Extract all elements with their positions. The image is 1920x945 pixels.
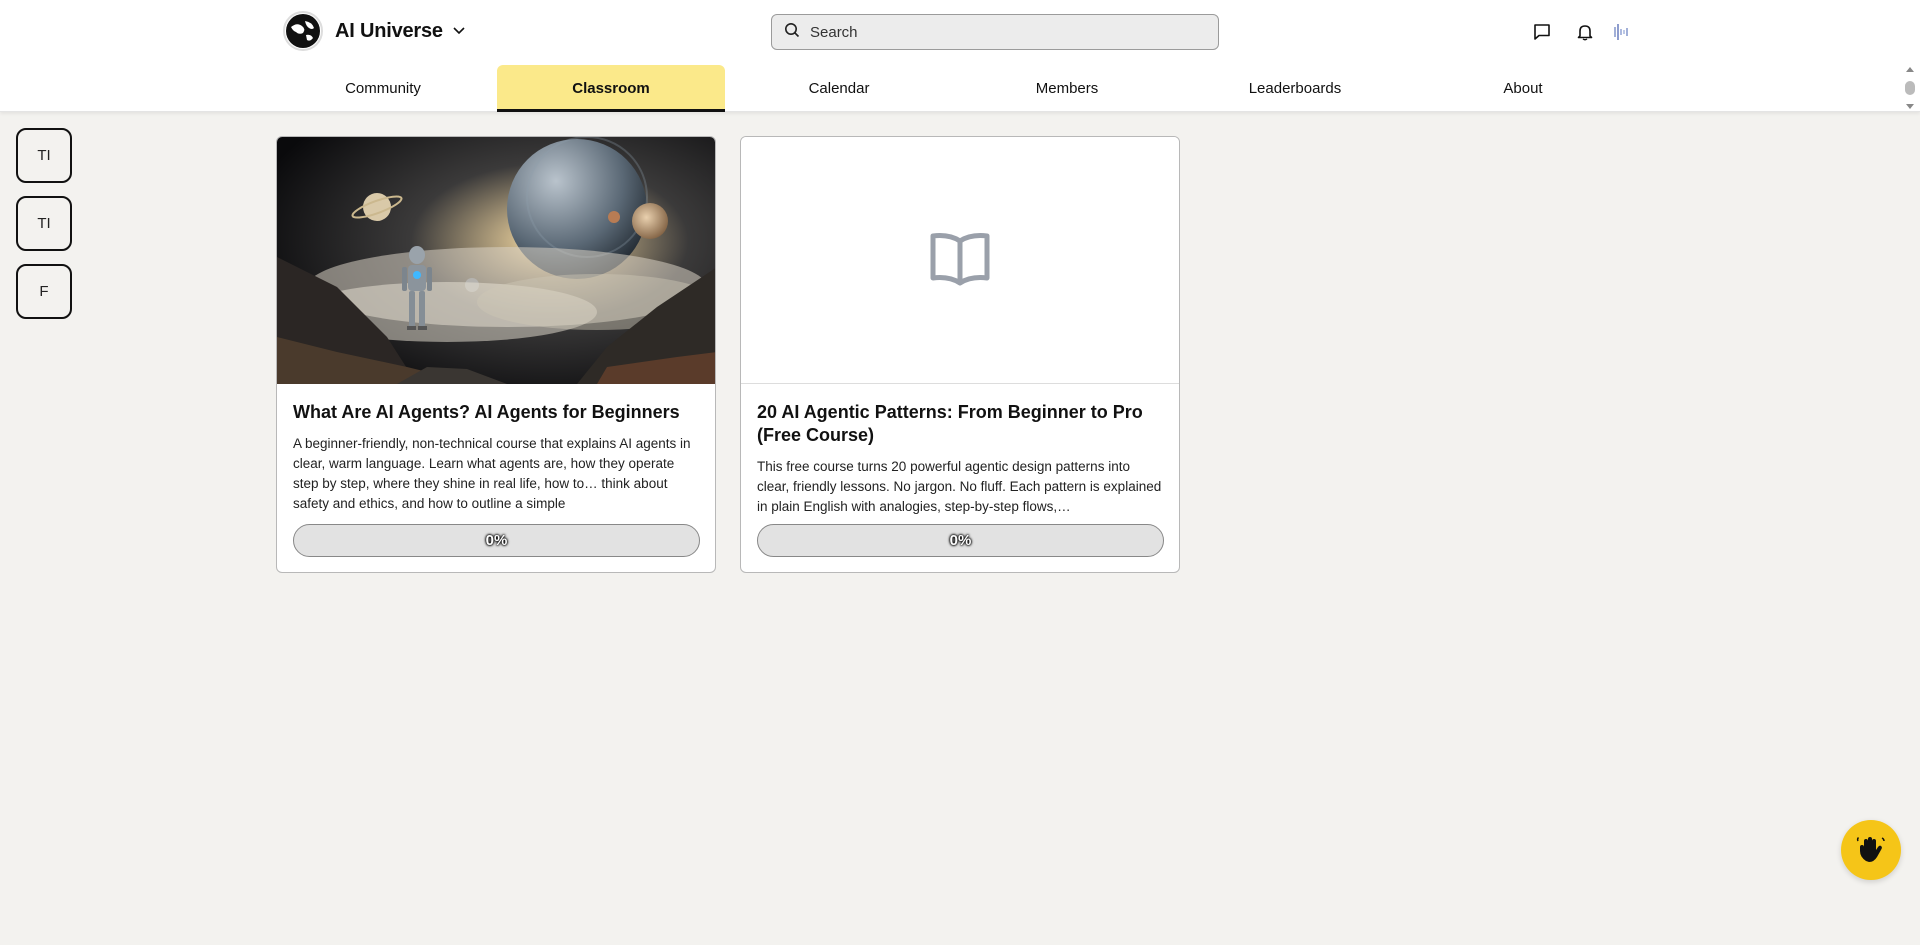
tab-calendar[interactable]: Calendar [725, 65, 953, 112]
progress-label: 0% [485, 532, 508, 549]
course-description: A beginner-friendly, non-technical cours… [293, 436, 691, 511]
community-switcher[interactable]: AI Universe [283, 11, 465, 51]
course-progress-bar: 0% [293, 524, 700, 557]
course-cover-placeholder [741, 137, 1179, 384]
scroll-down-icon[interactable] [1905, 103, 1915, 110]
hand-wave-button[interactable] [1841, 820, 1901, 880]
sidebar-item-2[interactable]: TI [16, 196, 72, 251]
chevron-down-icon [453, 25, 465, 37]
search-bar[interactable] [771, 14, 1219, 50]
course-cover-image [277, 137, 715, 384]
bell-icon[interactable] [1573, 20, 1597, 44]
course-title: What Are AI Agents? AI Agents for Beginn… [293, 402, 680, 422]
sidebar-item-3[interactable]: F [16, 264, 72, 319]
tab-classroom[interactable]: Classroom [497, 65, 725, 112]
nav-scrollbar[interactable] [1904, 66, 1916, 110]
open-book-icon [930, 233, 990, 286]
hand-wave-icon [1856, 836, 1885, 862]
avatar[interactable] [1610, 20, 1634, 44]
chat-icon[interactable] [1530, 20, 1554, 44]
tab-leaderboards[interactable]: Leaderboards [1181, 65, 1409, 112]
search-input[interactable] [810, 23, 1190, 41]
scroll-up-icon[interactable] [1905, 66, 1915, 73]
tab-community[interactable]: Community [269, 65, 497, 112]
course-card[interactable]: 20 AI Agentic Patterns: From Beginner to… [740, 136, 1180, 573]
course-card[interactable]: What Are AI Agents? AI Agents for Beginn… [276, 136, 716, 573]
course-title: 20 AI Agentic Patterns: From Beginner to… [757, 402, 1143, 445]
tab-members[interactable]: Members [953, 65, 1181, 112]
progress-label: 0% [949, 532, 972, 549]
scrollbar-thumb[interactable] [1905, 81, 1915, 95]
community-logo [283, 11, 323, 51]
course-description: This free course turns 20 powerful agent… [757, 459, 1162, 514]
sidebar-item-1[interactable]: TI [16, 128, 72, 183]
search-icon [784, 22, 800, 43]
community-name: AI Universe [335, 19, 443, 42]
top-header: AI Universe Community Classroom Calendar… [0, 0, 1920, 112]
tab-about[interactable]: About [1409, 65, 1637, 112]
course-progress-bar: 0% [757, 524, 1164, 557]
main-nav: Community Classroom Calendar Members Lea… [0, 65, 1920, 112]
